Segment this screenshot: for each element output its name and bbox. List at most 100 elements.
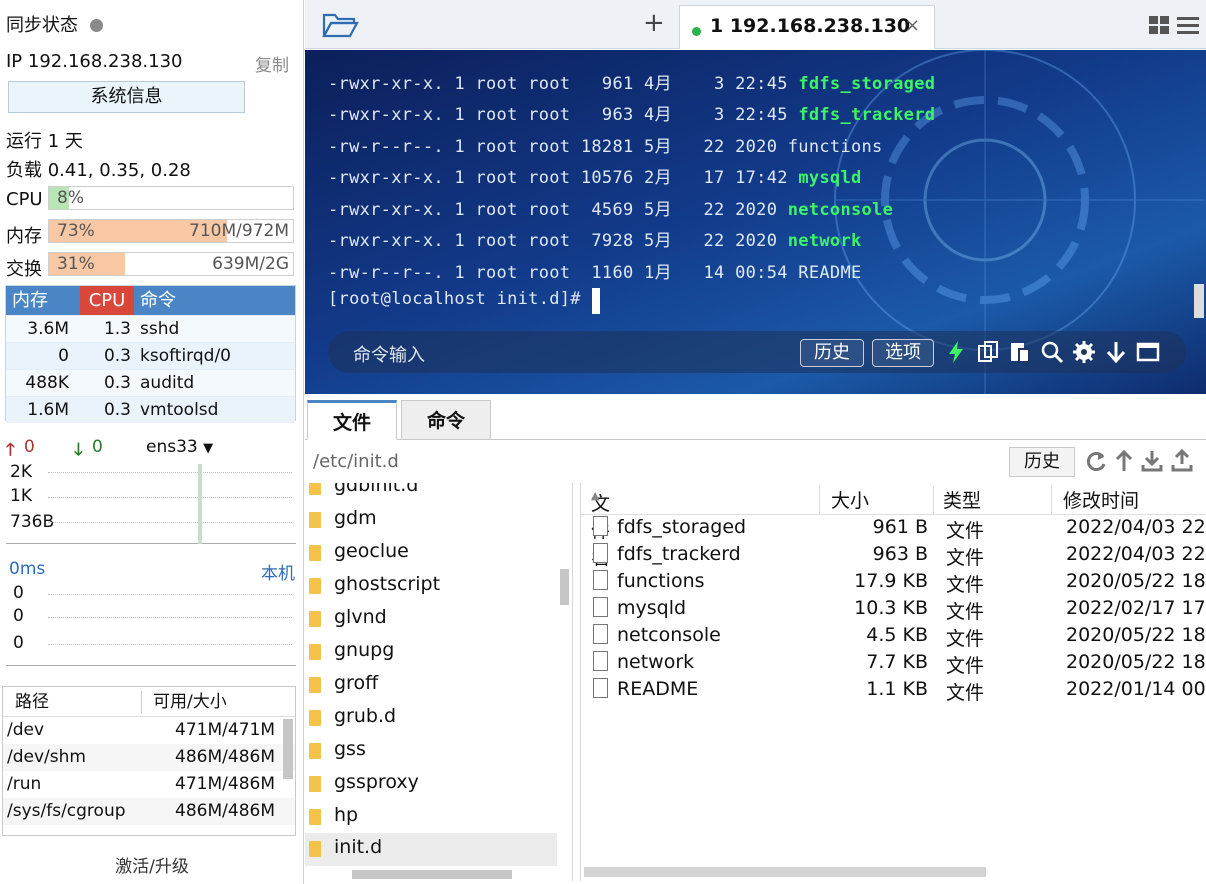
term-line-meta: -rwxr-xr-x. 1 root root 10576 2月 17 17:4… — [328, 168, 799, 188]
col-modified[interactable]: 修改时间 — [1063, 486, 1139, 513]
process-table: 内存 CPU 命令 3.6M 1.3 sshd 0 0.3 ksoftirqd/0 48… — [5, 285, 296, 423]
menu-icon[interactable] — [1176, 15, 1200, 35]
file-panel-tabs: 文件 命令 — [305, 396, 1206, 440]
tree-item[interactable]: grub.d — [305, 702, 557, 735]
tab-commands[interactable]: 命令 — [401, 400, 491, 440]
proc-cmd: ksoftirqd/0 — [140, 346, 231, 366]
caret-down-icon: ▼ — [203, 441, 214, 456]
disk-scrollbar[interactable] — [283, 719, 293, 779]
gear-icon[interactable] — [1072, 340, 1096, 364]
tree-item[interactable]: ghostscript — [305, 570, 557, 603]
command-input-placeholder[interactable]: 命令输入 — [353, 341, 425, 367]
col-path[interactable]: 路径 — [15, 687, 49, 717]
path-input[interactable]: /etc/init.d — [313, 451, 399, 472]
tree-scroll-thumb[interactable] — [560, 569, 569, 605]
table-row[interactable]: /dev/shm 486M/486M — [3, 744, 295, 771]
table-row[interactable]: 1.6M 0.3 vmtoolsd — [6, 396, 295, 423]
term-line-meta: -rwxr-xr-x. 1 root root 963 4月 3 22:45 — [328, 105, 799, 125]
search-icon[interactable] — [1040, 340, 1064, 364]
term-line-name: netconsole — [787, 200, 894, 220]
arrow-down-icon[interactable] — [1104, 340, 1128, 364]
tree-item-selected[interactable]: init.d — [305, 833, 557, 866]
table-row[interactable]: /sys/fs/cgroup 486M/486M — [3, 798, 295, 825]
disk-size: 486M/486M — [175, 801, 275, 821]
tree-item[interactable]: gnupg — [305, 636, 557, 669]
lightning-icon[interactable] — [944, 340, 968, 364]
paste-icon[interactable] — [1008, 340, 1032, 364]
table-row[interactable]: 3.6M 1.3 sshd — [6, 315, 295, 342]
table-row[interactable]: /run 471M/486M — [3, 771, 295, 798]
tree-item[interactable]: gssproxy — [305, 768, 557, 801]
proc-cmd: vmtoolsd — [140, 400, 219, 420]
tree-item[interactable]: hp — [305, 801, 557, 834]
path-history-button[interactable]: 历史 — [1009, 447, 1075, 477]
tab-session-1[interactable]: 1 192.168.238.130 × — [679, 5, 935, 49]
tree-item[interactable]: gss — [305, 735, 557, 768]
table-row[interactable]: 0 0.3 ksoftirqd/0 — [6, 342, 295, 369]
tree-item-label: geoclue — [334, 540, 409, 562]
term-line: -rwxr-xr-x. 1 root root 7928 5月 22 2020 … — [328, 226, 862, 251]
col-size[interactable]: 可用/大小 — [153, 687, 227, 717]
col-separator[interactable] — [933, 486, 934, 514]
tab-files[interactable]: 文件 — [307, 400, 397, 440]
tree-item[interactable]: gdbinit.d — [305, 483, 557, 504]
disk-table: 路径 可用/大小 /dev 471M/471M /dev/shm 486M/486M… — [2, 686, 296, 836]
folder-open-icon[interactable] — [321, 10, 359, 40]
session-tabbar: 1 192.168.238.130 × + — [305, 0, 1206, 49]
up-directory-icon[interactable] — [1113, 449, 1135, 473]
file-row[interactable]: mysqld 10.3 KB 文件 2022/02/17 17 — [581, 596, 1206, 623]
folder-icon — [309, 677, 321, 693]
term-line: -rwxr-xr-x. 1 root root 4569 5月 22 2020 … — [328, 195, 893, 220]
file-name: fdfs_storaged — [617, 516, 747, 538]
command-history-button[interactable]: 历史 — [800, 339, 864, 367]
col-cpu[interactable]: CPU — [80, 286, 134, 315]
tree-horizontal-scrollbar[interactable] — [352, 870, 512, 879]
copy-icon[interactable] — [976, 340, 1000, 364]
sync-label: 同步状态 — [6, 15, 78, 36]
col-cmd[interactable]: 命令 — [140, 286, 176, 315]
interface-select[interactable]: ens33 ▼ — [146, 437, 213, 457]
file-row[interactable]: fdfs_trackerd 963 B 文件 2022/04/03 22 — [581, 542, 1206, 569]
terminal-scrollbar[interactable] — [1194, 284, 1204, 318]
latency-graph: 0 0 0 — [6, 580, 296, 666]
col-separator[interactable] — [819, 486, 820, 514]
col-type[interactable]: 类型 — [943, 486, 981, 513]
sync-status[interactable]: 同步状态 — [6, 11, 293, 37]
file-list-horizontal-scrollbar[interactable] — [584, 867, 986, 877]
add-tab-button[interactable]: + — [643, 8, 665, 38]
file-row[interactable]: functions 17.9 KB 文件 2020/05/22 18 — [581, 569, 1206, 596]
upload-icon[interactable] — [1171, 449, 1193, 473]
disk-size: 471M/486M — [175, 774, 275, 794]
terminal[interactable]: -rwxr-xr-x. 1 root root 961 4月 3 22:45 f… — [305, 50, 1206, 394]
network-graph: 2K 1K 736B — [6, 460, 296, 544]
command-input-bar[interactable]: 命令输入 历史 选项 — [328, 331, 1186, 373]
window-icon[interactable] — [1136, 340, 1160, 364]
disk-size: 471M/471M — [175, 720, 275, 740]
col-mem[interactable]: 内存 — [12, 286, 48, 315]
col-size[interactable]: 大小 — [831, 486, 869, 513]
command-options-button[interactable]: 选项 — [872, 339, 934, 367]
tree-item[interactable]: geoclue — [305, 537, 557, 570]
tree-item[interactable]: glvnd — [305, 603, 557, 636]
col-separator[interactable] — [1051, 486, 1052, 514]
file-icon — [593, 624, 608, 644]
mem-percent: 73% — [57, 221, 95, 241]
file-row[interactable]: netconsole 4.5 KB 文件 2020/05/22 18 — [581, 623, 1206, 650]
tree-vertical-scrollbar[interactable] — [557, 483, 571, 881]
file-row[interactable]: network 7.7 KB 文件 2020/05/22 18 — [581, 650, 1206, 677]
file-row[interactable]: fdfs_storaged 961 B 文件 2022/04/03 22 — [581, 515, 1206, 542]
activate-upgrade-link[interactable]: 激活/升级 — [0, 852, 304, 877]
file-row[interactable]: README 1.1 KB 文件 2022/01/14 00 — [581, 677, 1206, 704]
table-row[interactable]: /dev 471M/471M — [3, 717, 295, 744]
system-info-button[interactable]: 系统信息 — [8, 81, 245, 113]
close-icon[interactable]: × — [905, 15, 920, 36]
tab-session-1-label: 1 192.168.238.130 — [710, 15, 911, 37]
table-row[interactable]: 488K 0.3 auditd — [6, 369, 295, 396]
tree-item[interactable]: gdm — [305, 504, 557, 537]
copy-button[interactable]: 复制 — [255, 51, 289, 76]
refresh-icon[interactable] — [1085, 449, 1107, 473]
latency-tick: 0 — [13, 633, 24, 653]
layout-grid-icon[interactable] — [1148, 15, 1170, 35]
tree-item[interactable]: groff — [305, 669, 557, 702]
download-icon[interactable] — [1141, 449, 1163, 473]
